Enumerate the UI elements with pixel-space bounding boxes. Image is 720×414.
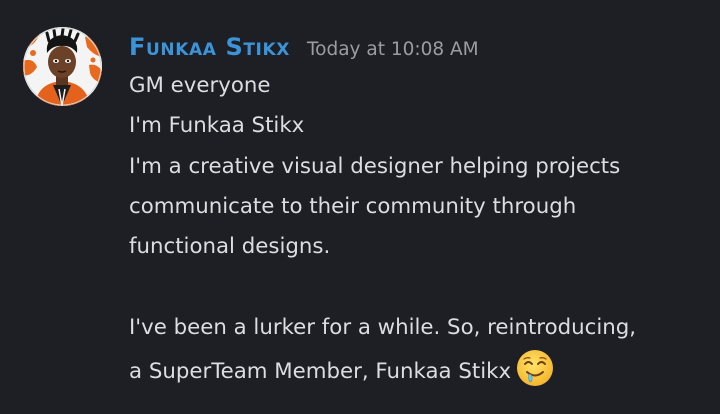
avatar[interactable] <box>23 27 102 106</box>
drooling-face-icon[interactable] <box>515 348 555 388</box>
avatar-cartoon-icon <box>23 27 102 106</box>
message-header: Funkaa Stikx Today at 10:08 AM <box>129 30 479 64</box>
message-line-text: a SuperTeam Member, Funkaa Stikx <box>129 359 512 385</box>
message-content: GM everyone I'm Funkaa Stikx I'm a creat… <box>129 66 714 388</box>
message-line-last: a SuperTeam Member, Funkaa Stikx <box>129 348 714 388</box>
message-line: I'm Funkaa Stikx <box>129 113 305 139</box>
message-timestamp: Today at 10:08 AM <box>306 39 479 60</box>
chat-message: Funkaa Stikx Today at 10:08 AM GM everyo… <box>0 0 720 414</box>
message-line: GM everyone <box>129 73 271 98</box>
author-name[interactable]: Funkaa Stikx <box>129 30 290 64</box>
message-line: I've been a lurker for a while. So, rein… <box>129 314 637 340</box>
message-line: communicate to their community through <box>129 193 577 219</box>
message-line: functional designs. <box>129 234 331 260</box>
message-line: I'm a creative visual designer helping p… <box>129 153 621 179</box>
